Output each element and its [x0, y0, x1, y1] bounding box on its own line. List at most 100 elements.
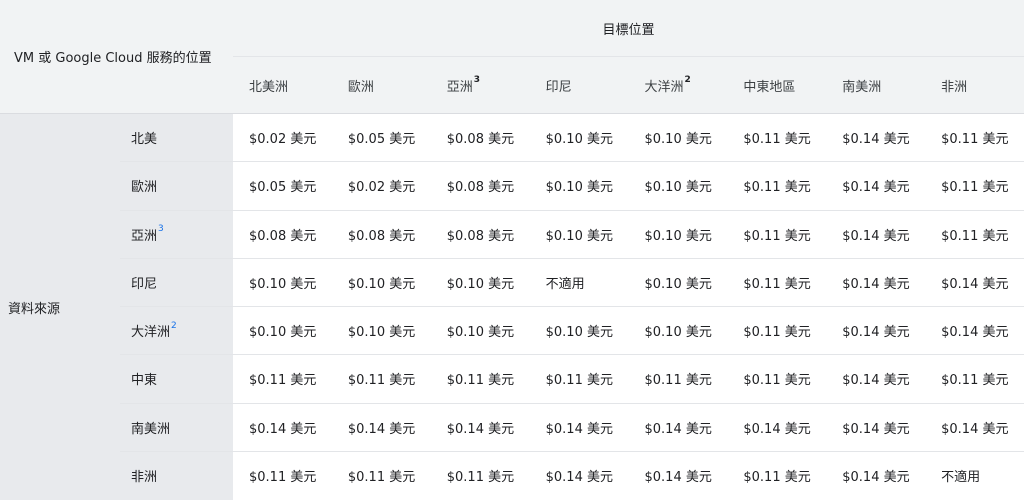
row-header: 大洋洲 2	[120, 307, 233, 356]
vm-location-header: VM 或 Google Cloud 服務的位置	[0, 0, 233, 114]
source-label: 資料來源	[0, 114, 120, 500]
row-header: 北美	[120, 114, 233, 163]
price-cell: $0.10 美元	[628, 162, 728, 211]
price-cell: $0.14 美元	[826, 403, 926, 452]
price-cell: $0.11 美元	[430, 355, 530, 404]
price-cell: $0.14 美元	[925, 307, 1024, 356]
column-header-label: 非洲	[941, 79, 968, 95]
price-cell: $0.02 美元	[233, 114, 332, 163]
price-cell: $0.05 美元	[233, 162, 332, 211]
column-header-label: 北美洲	[249, 79, 289, 95]
row-header-label: 南美洲	[131, 421, 171, 437]
row-header: 印尼	[120, 258, 233, 307]
price-cell: $0.11 美元	[925, 210, 1024, 259]
price-cell: 不適用	[529, 258, 629, 307]
price-cell: $0.11 美元	[925, 162, 1024, 211]
price-cell: $0.11 美元	[430, 451, 530, 500]
price-cell: $0.14 美元	[826, 114, 926, 163]
row-header-label: 亞洲	[131, 228, 158, 244]
price-cell: $0.14 美元	[529, 451, 629, 500]
destination-header: 目標位置	[233, 0, 1024, 57]
price-cell: $0.10 美元	[628, 114, 728, 163]
price-cell: $0.11 美元	[233, 355, 332, 404]
column-header: 北美洲	[233, 57, 332, 114]
price-cell: $0.14 美元	[233, 403, 332, 452]
row-header: 非洲	[120, 451, 233, 500]
row-header-label: 中東	[131, 373, 158, 389]
price-cell: $0.11 美元	[727, 307, 827, 356]
column-header-label: 南美洲	[842, 79, 882, 95]
price-cell: $0.10 美元	[529, 114, 629, 163]
price-cell: $0.14 美元	[826, 162, 926, 211]
price-cell: $0.11 美元	[727, 451, 827, 500]
column-header-label: 歐洲	[347, 79, 374, 95]
price-cell: $0.14 美元	[430, 403, 530, 452]
price-cell: $0.14 美元	[925, 258, 1024, 307]
row-header: 亞洲 3	[120, 210, 233, 259]
price-cell: $0.08 美元	[430, 114, 530, 163]
price-cell: $0.14 美元	[628, 451, 728, 500]
price-cell: $0.14 美元	[826, 307, 926, 356]
network-pricing-table: VM 或 Google Cloud 服務的位置 目標位置 資料來源 北美洲 歐洲亞…	[0, 0, 1024, 500]
column-header: 中東地區	[727, 57, 827, 114]
price-cell: $0.10 美元	[529, 162, 629, 211]
row-header-label: 非洲	[131, 470, 158, 486]
price-cell: $0.14 美元	[826, 258, 926, 307]
price-cell: $0.10 美元	[529, 210, 629, 259]
column-header: 亞洲 3	[430, 57, 530, 114]
row-header-label: 印尼	[131, 276, 158, 292]
price-cell: $0.10 美元	[331, 258, 431, 307]
price-cell: $0.02 美元	[331, 162, 431, 211]
price-cell: $0.05 美元	[331, 114, 431, 163]
price-cell: $0.10 美元	[628, 307, 728, 356]
price-cell: $0.11 美元	[727, 355, 827, 404]
price-cell: $0.14 美元	[727, 403, 827, 452]
price-cell: $0.10 美元	[430, 258, 530, 307]
price-cell: $0.11 美元	[727, 258, 827, 307]
price-cell: $0.08 美元	[430, 162, 530, 211]
price-cell: $0.14 美元	[826, 210, 926, 259]
price-cell: $0.10 美元	[628, 258, 728, 307]
column-header: 歐洲	[331, 57, 431, 114]
price-cell: $0.08 美元	[430, 210, 530, 259]
price-cell: $0.10 美元	[529, 307, 629, 356]
price-cell: $0.10 美元	[430, 307, 530, 356]
column-header: 大洋洲 2	[628, 57, 728, 114]
price-cell: 不適用	[925, 451, 1024, 500]
row-header: 中東	[120, 355, 233, 404]
price-cell: $0.10 美元	[331, 307, 431, 356]
column-header-label: 印尼	[545, 79, 572, 95]
row-header-label: 北美	[131, 132, 158, 148]
price-cell: $0.08 美元	[233, 210, 332, 259]
price-cell: $0.08 美元	[331, 210, 431, 259]
price-cell: $0.10 美元	[233, 307, 332, 356]
price-cell: $0.11 美元	[331, 451, 431, 500]
price-cell: $0.14 美元	[331, 403, 431, 452]
column-header-label: 中東地區	[743, 79, 796, 95]
price-cell: $0.11 美元	[628, 355, 728, 404]
price-cell: $0.10 美元	[233, 258, 332, 307]
column-header: 南美洲	[826, 57, 926, 114]
row-header: 歐洲	[120, 162, 233, 211]
row-header-label: 歐洲	[131, 180, 158, 196]
price-cell: $0.14 美元	[925, 403, 1024, 452]
price-cell: $0.14 美元	[826, 451, 926, 500]
price-cell: $0.11 美元	[529, 355, 629, 404]
price-cell: $0.11 美元	[727, 210, 827, 259]
column-header-label: 亞洲	[446, 79, 473, 95]
price-cell: $0.14 美元	[628, 403, 728, 452]
column-header: 印尼	[529, 57, 629, 114]
price-cell: $0.14 美元	[826, 355, 926, 404]
price-cell: $0.11 美元	[727, 162, 827, 211]
row-header: 南美洲	[120, 403, 233, 452]
column-header: 非洲	[925, 57, 1024, 114]
price-cell: $0.11 美元	[925, 355, 1024, 404]
price-cell: $0.14 美元	[529, 403, 629, 452]
price-cell: $0.11 美元	[727, 114, 827, 163]
column-header-label: 大洋洲	[644, 79, 684, 95]
price-cell: $0.10 美元	[628, 210, 728, 259]
price-cell: $0.11 美元	[233, 451, 332, 500]
row-header-label: 大洋洲	[131, 325, 171, 341]
price-cell: $0.11 美元	[331, 355, 431, 404]
price-cell: $0.11 美元	[925, 114, 1024, 163]
